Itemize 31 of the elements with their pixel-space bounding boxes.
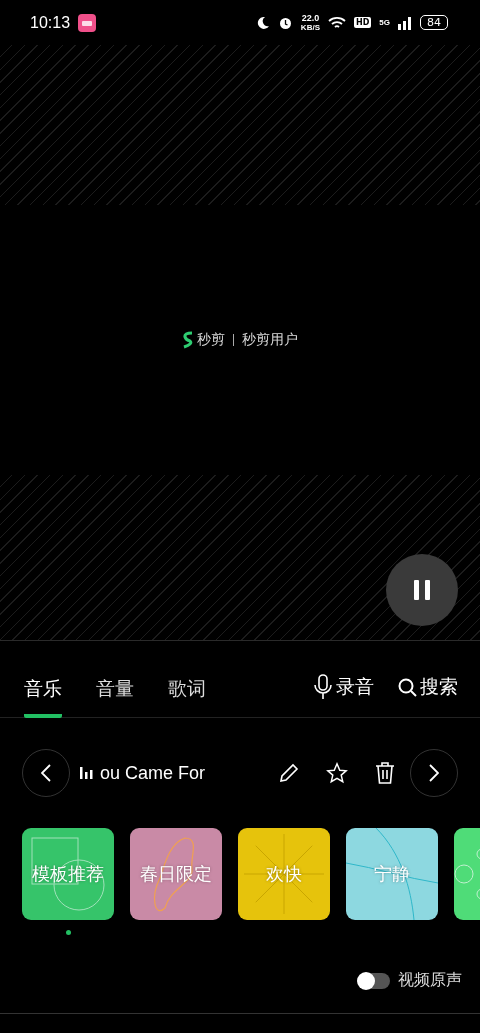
pause-icon [413, 580, 431, 600]
signal-icon [398, 15, 412, 30]
speed-unit: KB/S [300, 22, 320, 32]
original-sound-switch[interactable] [358, 972, 390, 989]
logo-icon [182, 331, 193, 349]
moon-icon [255, 15, 270, 30]
network-speed: 22.0 [301, 13, 320, 23]
track-title: ou Came For [100, 762, 206, 784]
trash-icon [374, 761, 396, 785]
pencil-icon [278, 762, 300, 784]
tab[interactable]: 音量 [96, 641, 134, 718]
watermark-user: 秒剪用户 [241, 331, 298, 349]
record-button[interactable]: 录音 [313, 641, 374, 700]
star-icon [326, 762, 348, 784]
app-icon [78, 13, 97, 32]
wifi-icon [328, 15, 346, 30]
battery-level: 84 [420, 15, 448, 30]
microphone-icon [313, 674, 333, 700]
hd-badge: HD [354, 17, 372, 28]
chevron-left-icon [41, 764, 51, 782]
tab[interactable]: 歌词 [168, 641, 206, 718]
tab[interactable]: 音乐 [24, 641, 62, 718]
alarm-icon [277, 15, 293, 30]
chevron-right-icon [429, 764, 439, 782]
search-icon [398, 677, 417, 697]
network-type: 5G [379, 18, 390, 27]
original-sound-label: 视频原声 [398, 970, 462, 991]
status-time: 10:13 [30, 13, 71, 32]
equalizer-icon [80, 767, 94, 779]
logo-text: 秒剪 [196, 331, 225, 349]
search-button[interactable]: 搜索 [398, 641, 458, 700]
